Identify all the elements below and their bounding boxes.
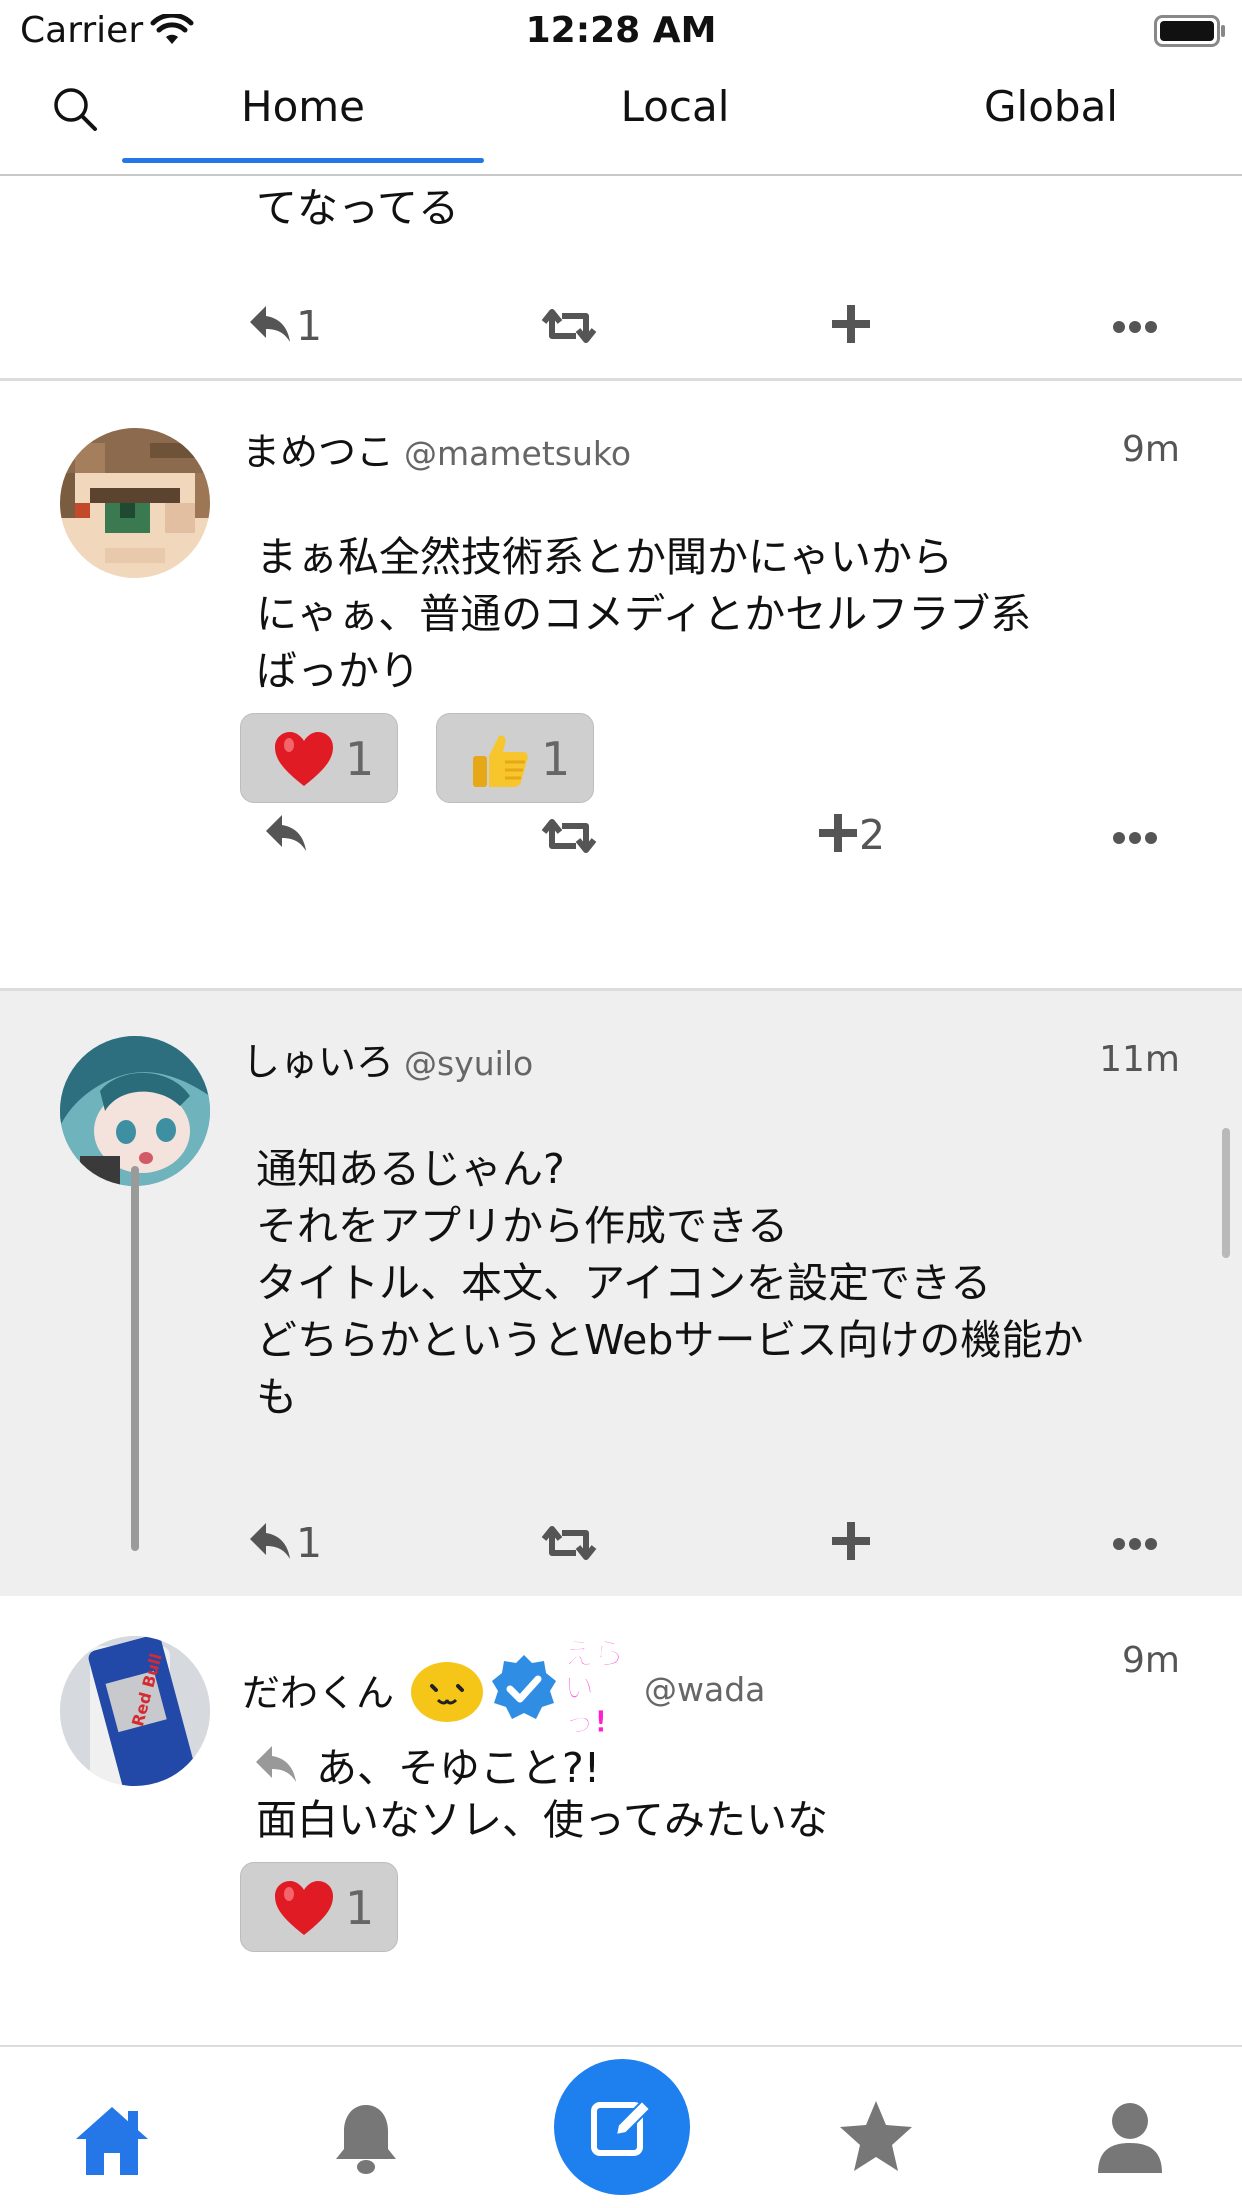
post-body: てなってる [256, 184, 459, 232]
reaction-total: 2 [859, 811, 886, 859]
scrollbar[interactable] [1222, 1128, 1230, 1258]
more-button[interactable] [1112, 1537, 1162, 1597]
reply-icon [250, 306, 290, 342]
post-time[interactable]: 9m [1122, 429, 1180, 470]
post-author[interactable]: まめつこ @mametsuko [242, 421, 631, 476]
renote-icon [541, 1526, 597, 1560]
display-name: だわくん [242, 1670, 395, 1715]
bell-icon[interactable] [326, 2099, 406, 2179]
erai-sticker: えら いっ! [564, 1637, 625, 1740]
user-handle: @syuilo [404, 1044, 534, 1083]
avatar[interactable] [60, 428, 210, 578]
add-reaction-button[interactable] [828, 1517, 888, 1577]
reaction-thumbs-up[interactable]: 1 [436, 713, 594, 803]
compose-icon [591, 2099, 652, 2156]
renote-button[interactable] [540, 812, 600, 872]
thumbs-up-emoji-icon [473, 735, 528, 787]
timeline-tabs: Home Local Global [0, 62, 1242, 176]
reaction-heart[interactable]: 1 [240, 1862, 398, 1952]
reaction-heart[interactable]: 1 [240, 713, 398, 803]
status-time: 12:28 AM [525, 10, 717, 51]
more-button[interactable] [1112, 831, 1162, 891]
reaction-count: 1 [345, 732, 375, 786]
renote-button[interactable] [540, 1519, 600, 1579]
post-author[interactable]: しゅいろ @syuilo [242, 1031, 533, 1086]
post-item[interactable]: しゅいろ @syuilo 11m 通知あるじゃん? それをアプリから作成できる タ… [0, 991, 1242, 1596]
post-body: 通知あるじゃん? それをアプリから作成できる タイトル、本文、アイコンを設定でき… [256, 1145, 1084, 1421]
reply-count: 1 [296, 302, 323, 350]
more-icon [1113, 832, 1157, 844]
display-name: まめつこ [242, 430, 395, 474]
post-time[interactable]: 9m [1122, 1640, 1180, 1681]
post-body: まぁ私全然技術系とか聞かにゃいから にゃぁ、普通のコメディとかセルフラブ系 ばっ… [256, 533, 1032, 695]
tab-local[interactable]: Local [490, 82, 860, 131]
reply-indicator-icon [256, 1746, 296, 1782]
user-icon[interactable] [1090, 2097, 1170, 2177]
avatar[interactable] [60, 1036, 210, 1186]
avatar[interactable]: Red Bull [60, 1636, 210, 1786]
reply-button[interactable] [262, 809, 322, 869]
thread-line [131, 1166, 139, 1551]
tab-global[interactable]: Global [866, 82, 1236, 131]
heart-emoji-icon [275, 732, 333, 786]
star-icon[interactable] [836, 2097, 916, 2177]
reaction-count: 1 [541, 732, 571, 786]
tab-home[interactable]: Home [122, 82, 484, 131]
post-item[interactable]: まめつこ @mametsuko 9m まぁ私全然技術系とか聞かにゃいから にゃぁ、… [0, 381, 1242, 988]
bottom-nav [0, 2045, 1242, 2208]
renote-icon [541, 819, 597, 853]
heart-emoji-icon [275, 1881, 333, 1935]
plus-icon [819, 814, 857, 852]
verified-badge-icon [492, 1655, 557, 1719]
more-icon [1113, 1538, 1157, 1550]
post-body: 面白いなソレ、使ってみたいな [256, 1796, 828, 1844]
battery-icon [1154, 15, 1225, 47]
renote-icon [541, 309, 597, 343]
display-name: しゅいろ [242, 1040, 395, 1084]
smiley-emoji-icon [411, 1662, 484, 1722]
add-reaction-button[interactable] [828, 300, 888, 360]
home-icon[interactable] [72, 2101, 152, 2181]
plus-icon [832, 1522, 870, 1560]
post-item[interactable]: Red Bull だわくん えら いっ! @wada 9m あ、そゆこと?! 面 [0, 1596, 1242, 2026]
reply-icon [250, 1523, 290, 1559]
reply-icon [266, 815, 306, 851]
user-handle: @wada [644, 1669, 766, 1709]
search-icon[interactable] [50, 84, 100, 134]
reply-button[interactable]: 1 [246, 1517, 336, 1577]
post-author[interactable]: だわくん えら いっ! @wada [242, 1637, 766, 1740]
more-button[interactable] [1112, 320, 1162, 380]
reply-target-text: あ、そゆこと?! [316, 1744, 601, 1792]
compose-button[interactable] [554, 2059, 690, 2195]
reply-quote[interactable]: あ、そゆこと?! [252, 1734, 600, 1794]
post-item: てなってる 1 [0, 176, 1242, 380]
active-tab-indicator [122, 158, 484, 163]
user-handle: @mametsuko [404, 434, 632, 473]
more-icon [1113, 321, 1157, 333]
post-time[interactable]: 11m [1099, 1039, 1180, 1080]
timeline-feed[interactable]: てなってる 1 まめつこ @mametsuko 9m まぁ私全然技術系とか聞かに… [0, 176, 1242, 2045]
reply-count: 1 [296, 1519, 323, 1567]
plus-icon [832, 305, 870, 343]
status-bar: Carrier 12:28 AM [0, 0, 1242, 62]
add-reaction-button[interactable]: 2 [815, 809, 915, 869]
reply-button[interactable]: 1 [246, 300, 336, 360]
reaction-count: 1 [345, 1881, 375, 1935]
renote-button[interactable] [540, 302, 600, 362]
